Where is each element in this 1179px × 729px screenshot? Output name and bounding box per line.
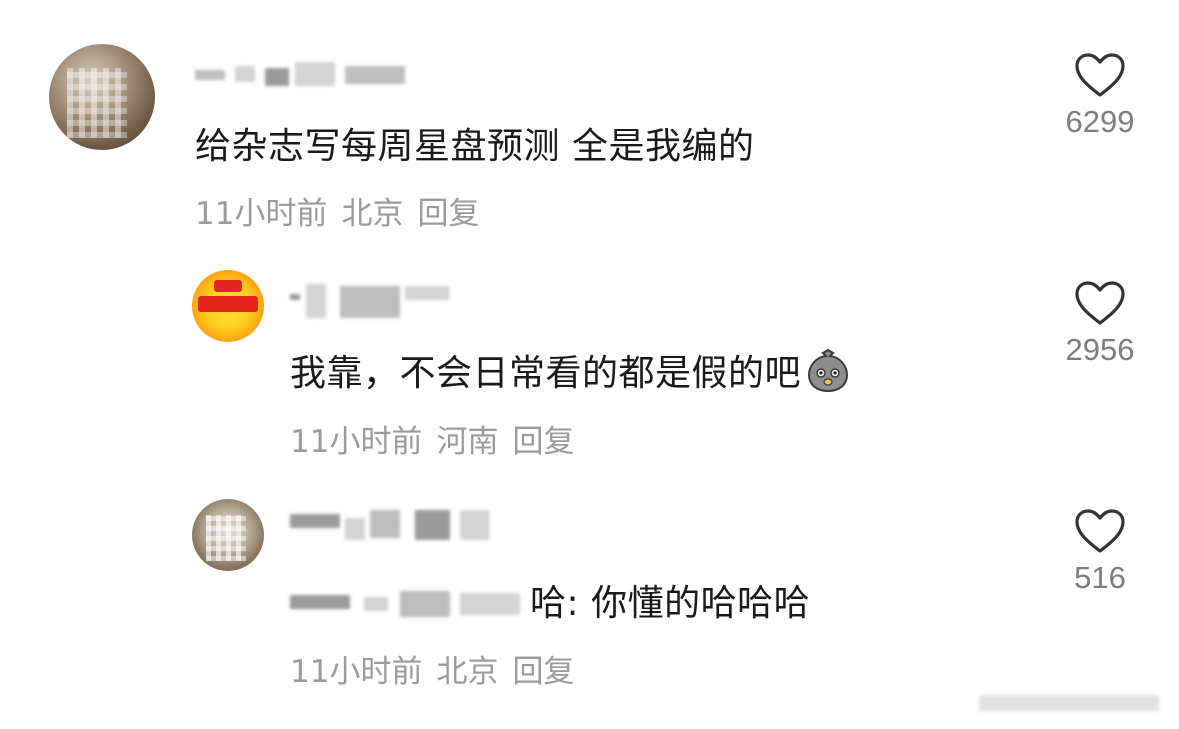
- heart-icon: [1075, 281, 1125, 325]
- blur-block: [306, 284, 326, 318]
- blur-block: [415, 510, 450, 540]
- blur-block: [370, 510, 400, 538]
- like-count: 6299: [1065, 104, 1135, 139]
- watermark-blurred: [969, 691, 1169, 715]
- comment-time: 11小时前: [290, 654, 423, 690]
- quoted-user-blurred[interactable]: [290, 583, 530, 619]
- blur-block: [265, 68, 289, 86]
- blur-block: [195, 70, 225, 80]
- comment-time: 11小时前: [290, 424, 423, 460]
- badge-band: [198, 296, 258, 312]
- username-blurred[interactable]: [195, 60, 405, 86]
- reply-button[interactable]: 回复: [512, 654, 574, 690]
- heart-icon: [1075, 509, 1125, 553]
- blur-block: [290, 514, 340, 528]
- blur-block: [235, 66, 255, 82]
- avatar[interactable]: [192, 499, 264, 571]
- comment-text-content: 我靠，不会日常看的都是假的吧: [290, 353, 802, 394]
- comment-location: 河南: [436, 424, 499, 460]
- blur-block: [290, 595, 350, 609]
- avatar-image: [206, 515, 246, 561]
- heart-icon: [1075, 53, 1125, 97]
- badge-top: [214, 280, 242, 292]
- blur-block: [345, 66, 405, 84]
- comment-meta: 11小时前 河南 回复: [290, 416, 588, 461]
- blur-block: [400, 591, 450, 617]
- comment-2: 我靠，不会日常看的都是假的吧 11小时前 河南 回复 2956: [0, 240, 1179, 470]
- blur-block: [460, 593, 520, 615]
- blur-block: [979, 695, 1159, 711]
- blur-block: [405, 286, 450, 300]
- comment-location: 北京: [341, 196, 404, 232]
- like-button[interactable]: 2956: [1045, 280, 1155, 368]
- like-count: 516: [1074, 560, 1126, 595]
- comment-text-content: 哈: 你懂的哈哈哈: [530, 583, 811, 624]
- comment-text: 我靠，不会日常看的都是假的吧: [290, 344, 851, 396]
- comment-1: 给杂志写每周星盘预测 全是我编的 11小时前 北京 回复 6299: [0, 0, 1179, 240]
- blur-block: [364, 597, 388, 611]
- like-button[interactable]: 516: [1045, 508, 1155, 596]
- comment-location: 北京: [436, 654, 499, 690]
- blur-block: [295, 62, 335, 86]
- comment-3: 哈: 你懂的哈哈哈 11小时前 北京 回复 516: [0, 470, 1179, 710]
- username-blurred[interactable]: [290, 282, 460, 318]
- avatar[interactable]: [49, 44, 155, 150]
- comment-text: 给杂志写每周星盘预测 全是我编的: [195, 126, 755, 167]
- reply-button[interactable]: 回复: [417, 196, 479, 232]
- like-button[interactable]: 6299: [1045, 52, 1155, 140]
- blur-block: [345, 518, 365, 540]
- blur-block: [290, 294, 300, 300]
- reply-button[interactable]: 回复: [512, 424, 574, 460]
- blur-block: [340, 286, 400, 318]
- pigeon-sticker-icon: [808, 348, 849, 393]
- comment-text: 哈: 你懂的哈哈哈: [290, 574, 810, 626]
- blur-block: [460, 510, 490, 540]
- like-count: 2956: [1065, 332, 1135, 367]
- username-blurred[interactable]: [290, 506, 500, 540]
- avatar[interactable]: [192, 270, 264, 342]
- avatar-image: [67, 68, 127, 138]
- comment-meta: 11小时前 北京 回复: [195, 188, 493, 233]
- comment-meta: 11小时前 北京 回复: [290, 646, 588, 691]
- comment-time: 11小时前: [195, 196, 328, 232]
